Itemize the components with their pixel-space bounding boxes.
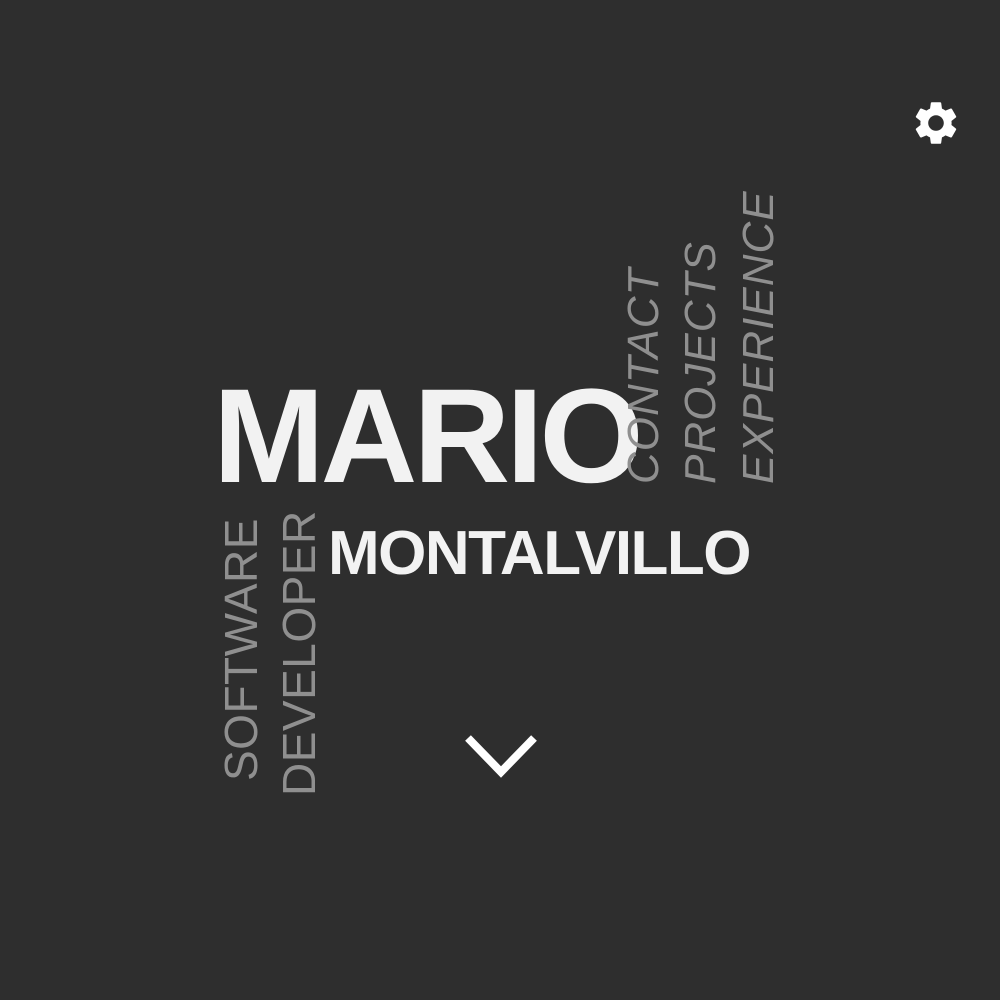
nav-link-projects[interactable]: PROJECTS	[676, 241, 725, 484]
nav-link-experience[interactable]: EXPERIENCE	[734, 190, 783, 484]
gear-icon	[915, 102, 957, 144]
chevron-down-icon	[465, 735, 537, 778]
role-word-software: SOFTWARE	[215, 518, 267, 781]
first-name-heading: MARIO	[213, 362, 644, 511]
scroll-down-button[interactable]	[462, 728, 540, 782]
nav-link-contact[interactable]: CONTACT	[619, 268, 668, 484]
role-word-developer: DEVELOPER	[273, 510, 325, 796]
last-name-heading: MONTALVILLO	[328, 519, 752, 588]
settings-button[interactable]	[910, 97, 962, 149]
landing-page: MARIO CONTACT PROJECTS EXPERIENCE SOFTWA…	[0, 0, 1000, 1000]
